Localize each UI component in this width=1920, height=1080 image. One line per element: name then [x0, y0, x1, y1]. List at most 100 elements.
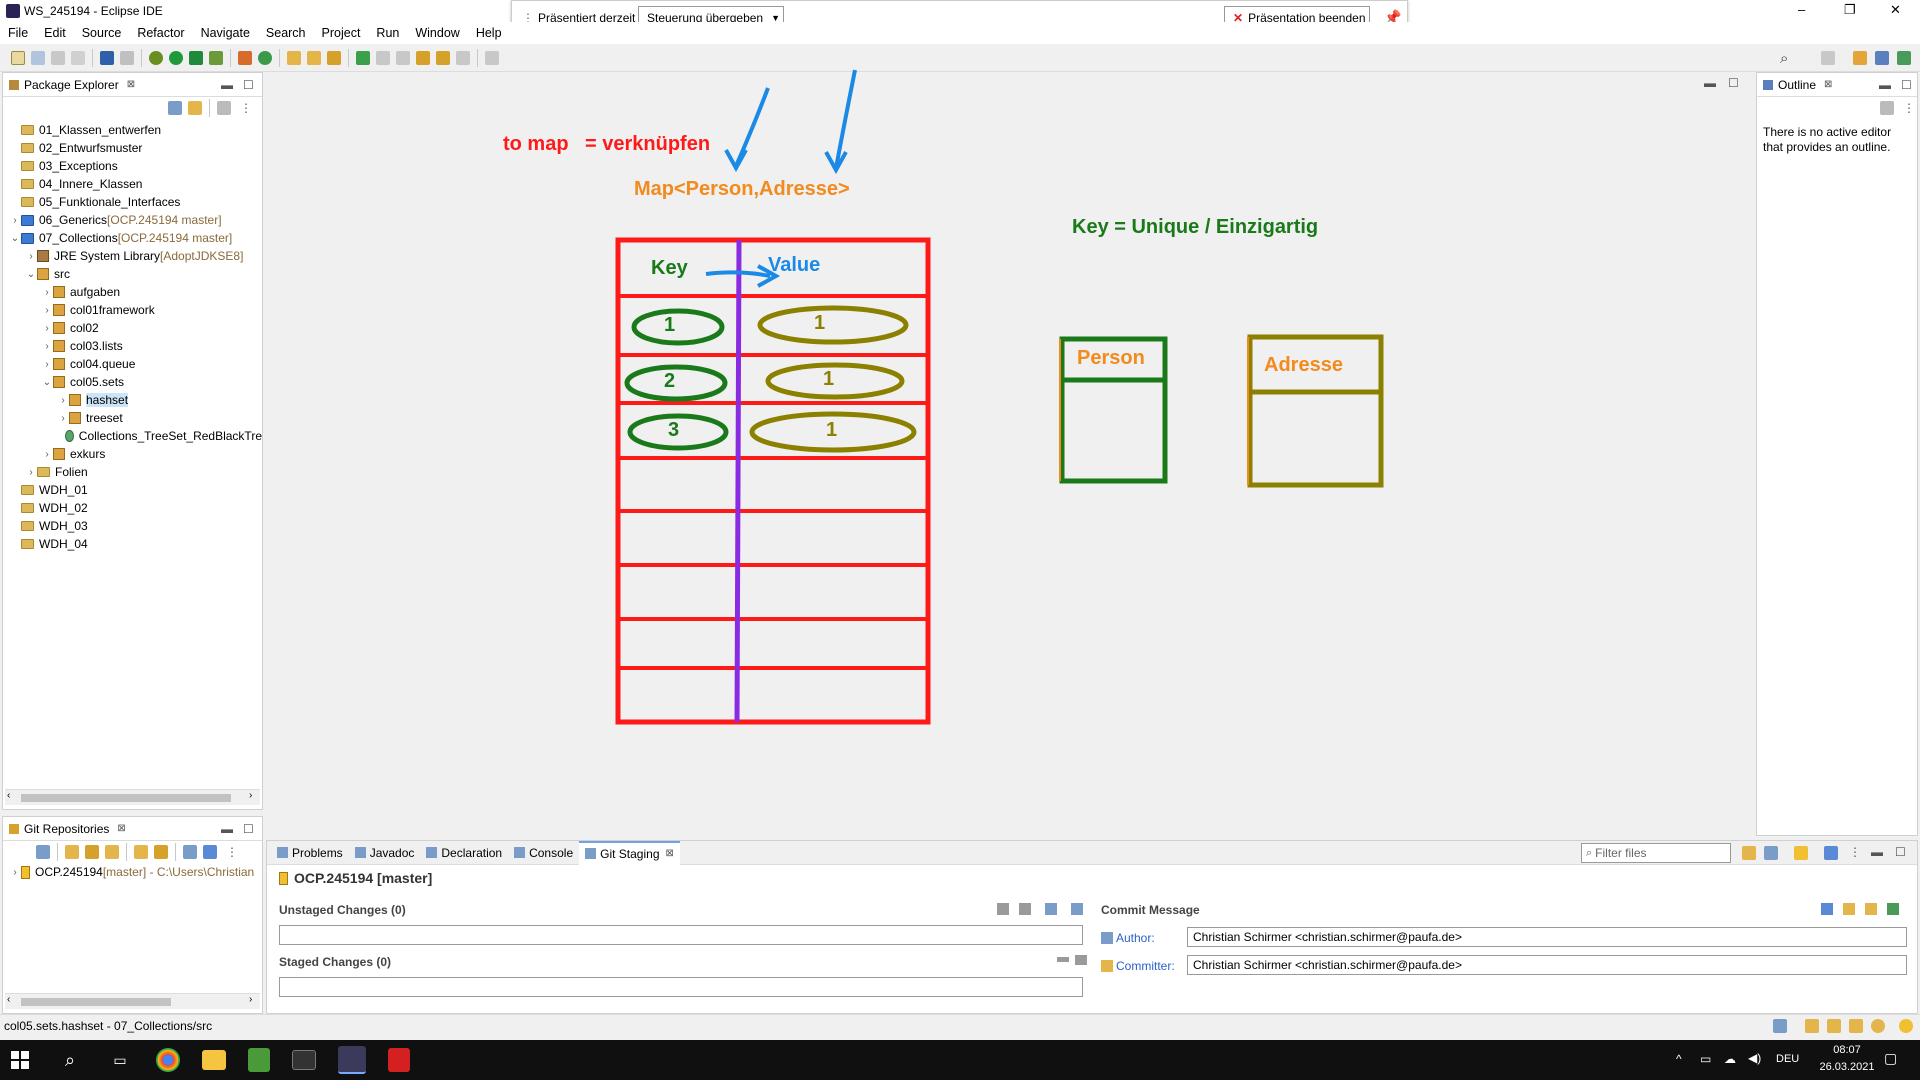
tree-item[interactable]: 05_Funktionale_Interfaces [3, 193, 262, 211]
language-indicator[interactable]: DEU [1776, 1053, 1799, 1065]
pencil-icon[interactable] [1849, 1019, 1863, 1033]
tree-item[interactable]: › col02 [3, 319, 262, 337]
filter-files-input[interactable]: ⌕ Filter files [1581, 843, 1731, 863]
expand-icon[interactable]: ⌄ [9, 233, 21, 244]
volume-icon[interactable]: ◀) [1748, 1051, 1761, 1065]
tree-item[interactable]: ⌄ col05.sets [3, 373, 262, 391]
expand-icon[interactable]: › [25, 467, 37, 478]
tab-git-staging[interactable]: Git Staging ⊠ [579, 840, 680, 865]
maximize-view-icon[interactable]: ☐ [243, 78, 254, 92]
tree-item[interactable]: › col03.lists [3, 337, 262, 355]
menu-source[interactable]: Source [74, 22, 130, 44]
clone-repository-icon[interactable] [85, 845, 99, 859]
tree-item[interactable]: › treeset [3, 409, 262, 427]
tree-item[interactable]: › 06_Generics [OCP.245194 master] [3, 211, 262, 229]
task-view-icon[interactable]: ▭ [106, 1046, 134, 1074]
tree-item[interactable]: 03_Exceptions [3, 157, 262, 175]
tree-item[interactable]: › col04.queue [3, 355, 262, 373]
menu-edit[interactable]: Edit [36, 22, 74, 44]
tree-item[interactable]: ⌄ 07_Collections [OCP.245194 master] [3, 229, 262, 247]
prev-annotation-icon[interactable] [396, 50, 410, 65]
tree-item[interactable]: › hashset [3, 391, 262, 409]
signed-off-icon[interactable] [1843, 903, 1855, 915]
expand-icon[interactable]: › [25, 251, 37, 262]
menu-project[interactable]: Project [314, 22, 369, 44]
new-java-class-icon[interactable] [258, 50, 272, 65]
view-menu-icon[interactable]: ⋮ [1903, 101, 1915, 115]
pin-editor-icon[interactable] [485, 50, 499, 65]
chrome-icon[interactable] [156, 1048, 180, 1072]
link-with-selection-icon[interactable] [134, 845, 148, 859]
view-menu-icon[interactable]: ⋮ [226, 845, 238, 859]
sort-icon[interactable] [1071, 903, 1083, 915]
tree-item[interactable]: › aufgaben [3, 283, 262, 301]
onedrive-icon[interactable]: ☁ [1724, 1052, 1736, 1066]
refresh-icon[interactable] [1742, 846, 1756, 860]
new-java-package-icon[interactable] [238, 50, 252, 65]
expand-icon[interactable]: › [41, 323, 53, 334]
expand-icon[interactable]: › [41, 341, 53, 352]
tree-item[interactable]: › JRE System Library [AdoptJDKSE8] [3, 247, 262, 265]
minimize-view-icon[interactable]: ▬ [221, 78, 233, 92]
maximize-view-icon[interactable]: ☐ [1728, 76, 1739, 90]
presentation-icon[interactable] [1045, 903, 1057, 915]
tree-item[interactable]: 01_Klassen_entwerfen [3, 121, 262, 139]
eclipse-taskbar-icon[interactable] [338, 1046, 366, 1074]
minimize-button[interactable]: – [1798, 2, 1805, 17]
maximize-view-icon[interactable]: ☐ [1901, 78, 1912, 92]
clock-date[interactable]: 26.03.2021 [1810, 1061, 1884, 1073]
tab-declaration[interactable]: Declaration [420, 841, 508, 865]
horizontal-scrollbar[interactable]: ‹ › [5, 789, 260, 805]
java-perspective-icon[interactable] [1853, 51, 1867, 65]
git-status-icon[interactable] [1773, 1019, 1787, 1033]
amend-icon[interactable] [1887, 903, 1899, 915]
open-resource-icon[interactable] [307, 50, 321, 65]
search-icon[interactable]: ⌕ [1780, 50, 1788, 67]
external-tools-icon[interactable] [209, 50, 223, 65]
coverage-icon[interactable] [189, 50, 203, 65]
link-selection-icon[interactable] [1764, 846, 1778, 860]
gear-icon[interactable] [1871, 1019, 1885, 1033]
skip-breakpoints-icon[interactable] [120, 50, 134, 65]
hierarchical-layout-icon[interactable] [183, 845, 197, 859]
close-button[interactable]: ✕ [1890, 2, 1901, 18]
remove-all-icon[interactable] [1075, 955, 1087, 965]
minimize-view-icon[interactable]: ▬ [1704, 76, 1716, 90]
expand-icon[interactable]: › [41, 287, 53, 298]
debug-icon[interactable] [149, 50, 163, 65]
repository-icon[interactable] [1794, 846, 1808, 860]
menu-search[interactable]: Search [258, 22, 314, 44]
tip-icon[interactable] [1899, 1019, 1913, 1033]
link-with-editor-icon[interactable] [188, 101, 202, 115]
scroll-left-icon[interactable]: ‹ [7, 994, 10, 1005]
graduate-icon[interactable] [1827, 1019, 1841, 1033]
repo-item[interactable]: › OCP.245194 [master] - C:\Users\Christi… [3, 863, 262, 881]
create-repository-icon[interactable] [105, 845, 119, 859]
collapse-all-icon[interactable] [168, 101, 182, 115]
expand-icon[interactable]: › [57, 395, 69, 406]
new-icon[interactable] [11, 50, 25, 65]
command-prompt-icon[interactable] [292, 1050, 316, 1070]
tab-javadoc[interactable]: Javadoc [349, 841, 421, 865]
scroll-right-icon[interactable]: › [249, 790, 252, 801]
close-tab-icon[interactable]: ⊠ [127, 79, 135, 90]
minimize-view-icon[interactable]: ▬ [221, 822, 233, 836]
tree-item[interactable]: › col01framework [3, 301, 262, 319]
show-hidden-icons-icon[interactable]: ^ [1676, 1052, 1682, 1066]
tree-item[interactable]: WDH_04 [3, 535, 262, 553]
book-icon[interactable] [1805, 1019, 1819, 1033]
save-icon[interactable] [51, 50, 65, 65]
run-icon[interactable] [169, 50, 183, 65]
horizontal-scrollbar[interactable]: ‹ › [5, 993, 260, 1009]
close-tab-icon[interactable]: ⊠ [1824, 79, 1832, 90]
maximize-view-icon[interactable]: ☐ [243, 822, 254, 836]
filter-icon[interactable] [217, 101, 231, 115]
staged-list[interactable] [279, 977, 1083, 997]
debug-perspective-icon[interactable] [1897, 51, 1911, 65]
expand-icon[interactable]: ⌄ [41, 377, 53, 388]
minimize-view-icon[interactable]: ▬ [1871, 845, 1883, 859]
scroll-right-icon[interactable]: › [249, 994, 252, 1005]
outline-tab[interactable]: Outline ⊠ ▬ ☐ [1757, 73, 1917, 97]
pdf-reader-icon[interactable] [388, 1048, 410, 1072]
expand-icon[interactable]: › [57, 413, 69, 424]
